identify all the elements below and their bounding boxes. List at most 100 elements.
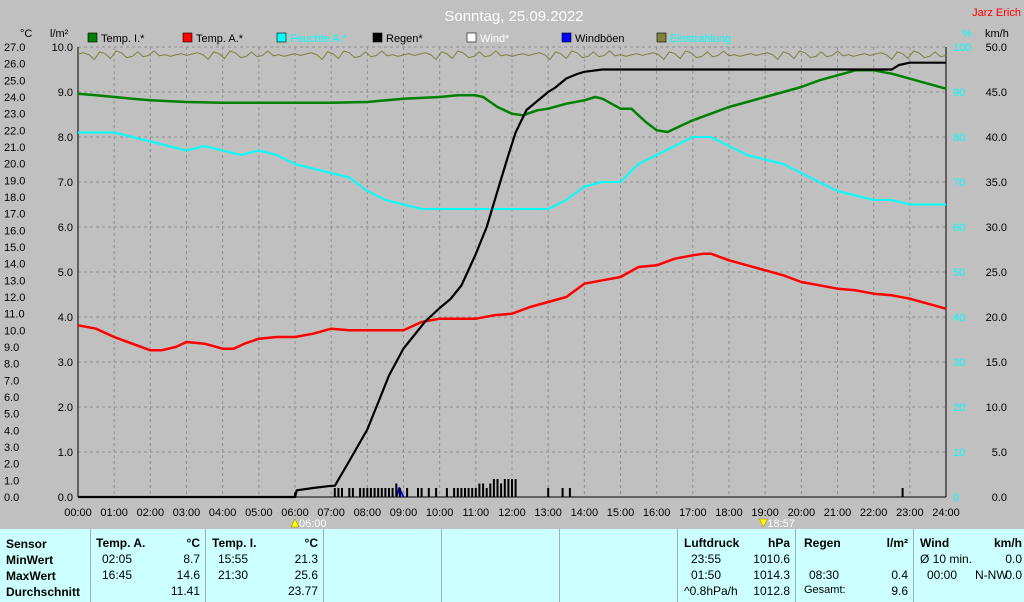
rain-bar [485,488,488,497]
wind-max-time: 00:00 [927,568,958,582]
temp-tick-label: 2.0 [4,459,19,471]
stats-empty-column-3 [559,529,678,602]
temp-tick-label: 15.0 [4,242,25,254]
rain-tick-label: 8.0 [58,132,73,144]
rain-tick-label: 7.0 [58,177,73,189]
time-tick-label: 14:00 [571,507,599,519]
temp-tick-label: 0.0 [4,492,19,504]
rain-bar [373,488,376,497]
legend-label: Einstrahlung [670,33,731,45]
legend-label: Windböen [575,33,625,45]
time-tick-label: 10:00 [426,507,454,519]
rain-bar [351,488,354,497]
statistics-panel: Sensor MinWert MaxWert Durchschnitt Temp… [0,529,1024,602]
rain-bar [420,488,423,497]
time-tick-label: 12:00 [498,507,526,519]
time-tick-label: 17:00 [679,507,707,519]
rain-bar [514,479,517,497]
rain-bar [362,488,365,497]
rain-tick-label: 5.0 [58,267,73,279]
wind-tick-label: 45.0 [986,87,1007,99]
rain-header: Regen [804,536,841,550]
legend-label: Feuchte A.* [290,33,348,45]
temp-tick-label: 23.0 [4,109,25,121]
time-tick-label: 11:00 [462,507,489,519]
pressure-max: 1014.3 [753,568,790,582]
temp-tick-label: 27.0 [4,42,25,54]
stats-sensor-column: Sensor MinWert MaxWert Durchschnitt [0,529,90,602]
durchschnitt-label: Durchschnitt [6,585,81,599]
rain-tick-label: 0.0 [58,492,73,504]
rain-bar [445,488,448,497]
legend-swatch [466,32,477,43]
rain-bar [901,488,904,497]
legend-swatch [561,32,572,43]
rain-bar [427,488,430,497]
temp-tick-label: 25.0 [4,75,25,87]
rain-bar [489,483,492,497]
rain-bar [547,488,550,497]
humidity-tick-label: 70 [953,177,965,189]
rain-tick-label: 4.0 [58,312,73,324]
rain-max-time: 08:30 [809,568,840,582]
time-tick-label: 16:00 [643,507,671,519]
temp-a-max-time: 16:45 [102,568,133,582]
rain-bar [398,488,401,497]
rain-bar [384,488,387,497]
rain-bar [377,488,380,497]
rain-bar [337,488,340,497]
rain-bar [453,488,456,497]
wind-tick-label: 35.0 [986,177,1007,189]
time-tick-label: 00:00 [64,507,92,519]
rain-bar [496,479,499,497]
time-tick-label: 04:00 [209,507,237,519]
rain-bar [359,488,362,497]
rain-bar [500,483,503,497]
wind-tick-label: 10.0 [986,402,1007,414]
time-tick-label: 22:00 [860,507,888,519]
temp-i-unit: °C [304,536,318,550]
rain-bar [467,488,470,497]
humidity-tick-label: 40 [953,312,965,324]
pressure-min-time: 23:55 [691,552,722,566]
rain-unit: l/m² [886,536,908,550]
author-label: Jarz Erich [972,7,1021,19]
rain-tick-label: 6.0 [58,222,73,234]
sunrise-label: 06:00 [299,518,327,529]
wind-avg: 0.0 [1005,552,1022,566]
weather-chart: Sonntag, 25.09.2022 Jarz Erich Temp. I.*… [0,0,1024,529]
legend-swatch [656,32,667,43]
wind-tick-label: 5.0 [992,447,1007,459]
temp-tick-label: 1.0 [4,475,19,487]
wind-avg-label: Ø 10 min. [920,552,973,566]
temp-tick-label: 19.0 [4,175,25,187]
rain-bar [503,479,506,497]
rain-bar [511,479,513,497]
temp-a-avg: 11.41 [170,584,200,598]
time-tick-label: 01:00 [100,507,128,519]
humidity-tick-label: 90 [953,87,965,99]
rain-bar [482,483,485,497]
time-tick-label: 05:00 [245,507,273,519]
wind-tick-label: 50.0 [986,42,1007,54]
rain-bar [507,479,510,497]
wind-tick-label: 40.0 [986,132,1007,144]
temp-tick-label: 21.0 [4,142,25,154]
humidity-tick-label: 100 [953,42,971,54]
humidity-tick-label: 50 [953,267,965,279]
temp-a-min-time: 02:05 [102,552,133,566]
temp-a-unit: °C [186,536,200,550]
humidity-tick-label: 80 [953,132,965,144]
stats-wind-column: Wind km/h Ø 10 min. 0.0 00:00 N-NW 0.0 [913,529,1024,602]
legend-label: Temp. I.* [101,33,145,45]
rain-bar [456,488,459,497]
rain-bar [366,488,369,497]
pressure-max-time: 01:50 [691,568,722,582]
temp-tick-label: 17.0 [4,209,25,221]
stats-empty-column-1 [323,529,442,602]
legend-swatch [276,32,287,43]
rain-bar [348,488,351,497]
temp-tick-label: 7.0 [4,375,19,387]
rain-bar [369,488,372,497]
rain-bar [388,488,390,497]
